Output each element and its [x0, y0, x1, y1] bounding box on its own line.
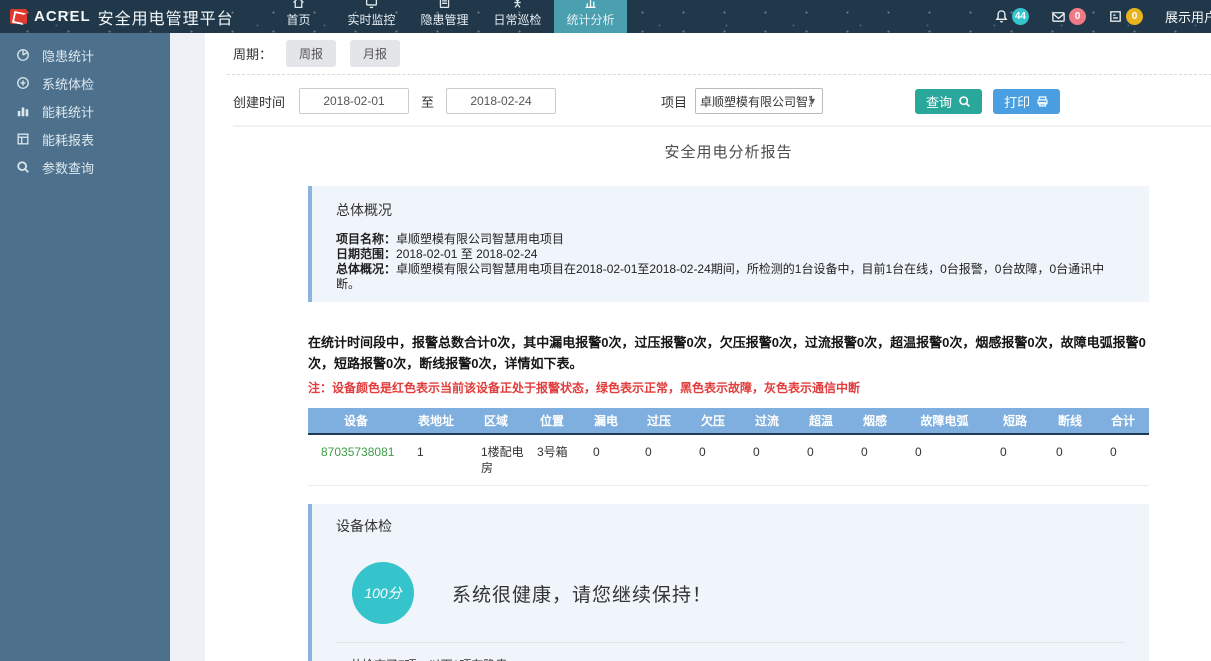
period-row: 周期： 周报 月报 [233, 41, 1211, 65]
table-row: 87035738081 1 1楼配电房 3号箱 0 0 0 0 0 0 0 0 … [308, 434, 1149, 486]
overview-section: 总体概况 项目名称：卓顺塑模有限公司智慧用电项目 日期范围：2018-02-01… [308, 186, 1149, 302]
query-row: 创建时间 至 项目 卓顺塑模有限公司智慧用电项 ▼ 查询 打印 [233, 88, 1211, 114]
alarm-summary-paragraph: 在统计时间段中，报警总数合计0次，其中漏电报警0次，过压报警0次，欠压报警0次，… [308, 332, 1149, 374]
sidebar-item-energy-statistics[interactable]: 能耗统计 [0, 97, 170, 125]
sidebar-item-hazard-statistics[interactable]: 隐患统计 [0, 41, 170, 69]
home-icon [292, 0, 305, 9]
top-navbar: ACREL 安全用电管理平台 首页 实时监控 隐患管理 日常巡检 统计分析 44 [0, 0, 1211, 33]
sidebar-item-energy-report[interactable]: 能耗报表 [0, 125, 170, 153]
left-sidebar: 隐患统计 系统体检 能耗统计 能耗报表 参数查询 [0, 33, 170, 661]
nav-item-statistics-analysis[interactable]: 统计分析 [554, 0, 627, 33]
check-summary: 共检查了7项，以下1项有隐患 [336, 643, 1125, 661]
dashed-divider [227, 74, 1211, 75]
monthly-report-button[interactable]: 月报 [350, 40, 400, 67]
search-icon [958, 95, 971, 108]
mail-count-badge: 0 [1069, 8, 1086, 25]
pie-chart-icon [16, 48, 30, 62]
navbar-right: 44 0 0 展示用户 [994, 0, 1211, 33]
device-color-note: 注：设备颜色是红色表示当前该设备正处于报警状态，绿色表示正常，黑色表示故障，灰色… [308, 379, 1149, 396]
date-from-input[interactable] [299, 88, 409, 114]
clipboard-icon [438, 0, 451, 9]
health-score-badge: 100分 [352, 562, 414, 624]
date-to-input[interactable] [446, 88, 556, 114]
health-message: 系统很健康，请您继续保持！ [452, 580, 712, 607]
project-select[interactable]: 卓顺塑模有限公司智慧用电项 ▼ [695, 88, 823, 114]
table-header-row: 设备 表地址 区域 位置 漏电 过压 欠压 过流 超温 烟感 故障电弧 短路 断… [308, 408, 1149, 434]
chevron-down-icon: ▼ [808, 96, 817, 106]
page-title: 安全用电管理平台 [98, 5, 234, 29]
task-form-icon [1108, 9, 1123, 24]
acrel-logo-icon [10, 9, 27, 24]
alarm-bell-group[interactable]: 44 [994, 8, 1029, 25]
created-time-label: 创建时间 [233, 92, 285, 111]
period-label: 周期： [233, 44, 272, 63]
nav-item-daily-patrol[interactable]: 日常巡检 [481, 0, 554, 33]
date-range-join-label: 至 [421, 92, 434, 111]
project-name-line: 项目名称：卓顺塑模有限公司智慧用电项目 [336, 232, 1125, 247]
brand: ACREL 安全用电管理平台 [0, 0, 250, 33]
nav-menu: 首页 实时监控 隐患管理 日常巡检 统计分析 [262, 0, 627, 33]
bar-chart-icon [16, 104, 30, 118]
mail-group[interactable]: 0 [1051, 8, 1086, 25]
sidebar-item-parameter-query[interactable]: 参数查询 [0, 153, 170, 181]
stats-chart-icon [584, 0, 597, 9]
task-group[interactable]: 0 [1108, 8, 1143, 25]
print-button[interactable]: 打印 [993, 89, 1060, 114]
alarm-statistics-table: 设备 表地址 区域 位置 漏电 过压 欠压 过流 超温 烟感 故障电弧 短路 断… [308, 408, 1149, 486]
printer-icon [1036, 95, 1049, 108]
health-score-row: 100分 系统很健康，请您继续保持！ [336, 548, 1125, 642]
sidebar-item-system-checkup[interactable]: 系统体检 [0, 69, 170, 97]
filter-block: 周期： 周报 月报 创建时间 至 项目 卓顺塑模有限公司智慧用电项 ▼ 查询 打… [205, 33, 1211, 127]
main-content: 周期： 周报 月报 创建时间 至 项目 卓顺塑模有限公司智慧用电项 ▼ 查询 打… [205, 33, 1211, 661]
query-button[interactable]: 查询 [915, 89, 982, 114]
date-range-line: 日期范围：2018-02-01 至 2018-02-24 [336, 247, 1125, 262]
project-label: 项目 [661, 92, 687, 111]
report-title: 安全用电分析报告 [308, 141, 1149, 162]
nav-item-hazard-management[interactable]: 隐患管理 [408, 0, 481, 33]
current-user[interactable]: 展示用户 [1165, 7, 1211, 26]
nav-item-home[interactable]: 首页 [262, 0, 335, 33]
monitor-icon [365, 0, 378, 9]
search-icon [16, 160, 30, 174]
report-table-icon [16, 132, 30, 146]
patrol-person-icon [511, 0, 524, 9]
device-checkup-section: 设备体检 100分 系统很健康，请您继续保持！ 共检查了7项，以下1项有隐患 [308, 504, 1149, 661]
brand-name: ACREL [34, 8, 91, 25]
bell-icon [994, 9, 1009, 24]
plus-circle-icon [16, 76, 30, 90]
device-checkup-heading: 设备体检 [336, 516, 1125, 536]
project-select-value: 卓顺塑模有限公司智慧用电项 [700, 93, 812, 110]
filter-bottom-divider [233, 125, 1211, 127]
alarm-count-badge: 44 [1012, 8, 1029, 25]
envelope-icon [1051, 9, 1066, 24]
task-count-badge: 0 [1126, 8, 1143, 25]
device-link[interactable]: 87035738081 [321, 445, 394, 459]
sidebar-gutter [170, 33, 205, 661]
weekly-report-button[interactable]: 周报 [286, 40, 336, 67]
nav-item-realtime-monitor[interactable]: 实时监控 [335, 0, 408, 33]
analysis-report: 安全用电分析报告 总体概况 项目名称：卓顺塑模有限公司智慧用电项目 日期范围：2… [308, 141, 1149, 661]
overall-summary-line: 总体概况：卓顺塑模有限公司智慧用电项目在2018-02-01至2018-02-2… [336, 262, 1125, 292]
overview-heading: 总体概况 [336, 200, 1125, 220]
